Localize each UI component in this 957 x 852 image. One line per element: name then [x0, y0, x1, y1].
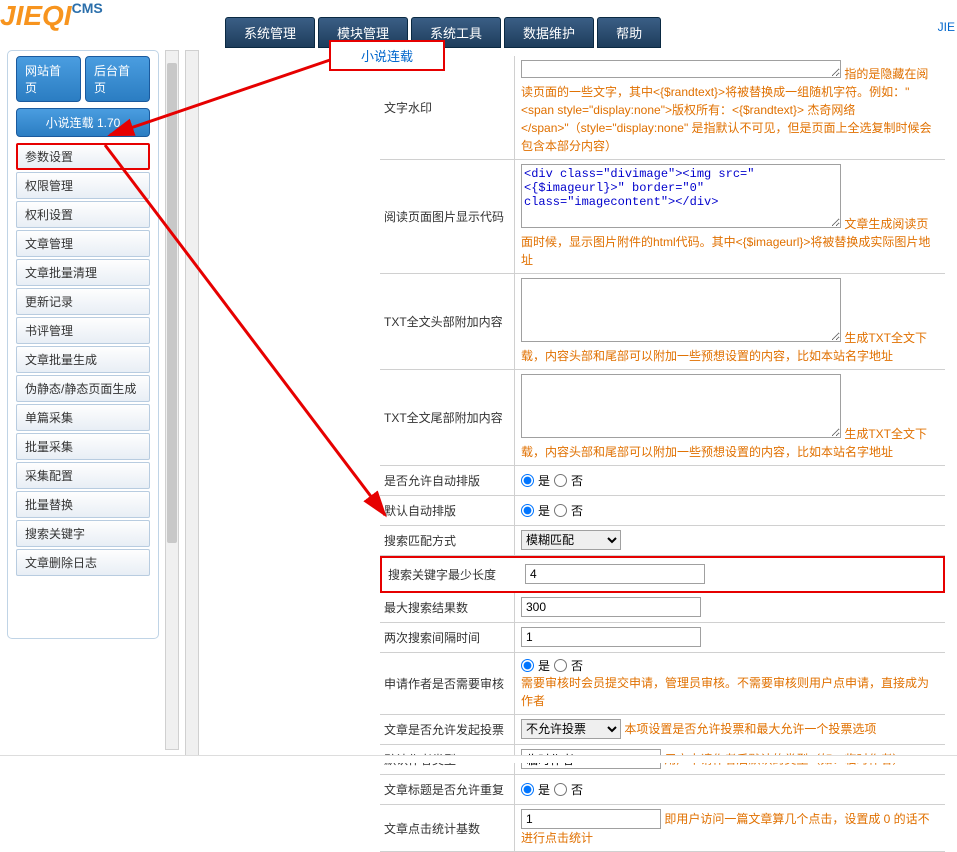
select-article-vote[interactable]: 不允许投票: [521, 719, 621, 739]
radio-autolayout-yes[interactable]: [521, 474, 534, 487]
btn-admin-home[interactable]: 后台首页: [85, 56, 150, 102]
bottom-bar: [0, 755, 957, 763]
textarea-watermark[interactable]: [521, 60, 841, 78]
menu-param-settings[interactable]: 参数设置: [16, 143, 150, 170]
label-read-img-code: 阅读页面图片显示代码: [380, 160, 515, 273]
label-click-base: 文章点击统计基数: [380, 805, 515, 851]
help-author-review: 需要审核时会员提交申请，管理员审核。不需要审核则用户点申请，直接成为作者: [521, 676, 929, 708]
textarea-txt-head[interactable]: [521, 278, 841, 342]
radio-defaultauto-yes[interactable]: [521, 504, 534, 517]
menu-article-delete-log[interactable]: 文章删除日志: [16, 549, 150, 576]
help-watermark: 指的是隐藏在阅读页面的一些文字，其中<{$randtext}>将被替换成一组随机…: [521, 67, 932, 153]
form-content: 文字水印 指的是隐藏在阅读页面的一些文字，其中<{$randtext}>将被替换…: [380, 56, 945, 852]
menu-batch-replace[interactable]: 批量替换: [16, 491, 150, 518]
scroll-thumb[interactable]: [167, 63, 177, 543]
label-search-mode: 搜索匹配方式: [380, 526, 515, 555]
menu-article-batch-gen[interactable]: 文章批量生成: [16, 346, 150, 373]
label-search-interval: 两次搜索间隔时间: [380, 623, 515, 652]
radio-autolayout-no[interactable]: [554, 474, 567, 487]
input-min-keyword[interactable]: [525, 564, 705, 584]
label-txt-head: TXT全文头部附加内容: [380, 274, 515, 369]
textarea-read-img-code[interactable]: <div class="divimage"><img src="<{$image…: [521, 164, 841, 228]
label-min-keyword: 搜索关键字最少长度: [384, 560, 519, 589]
left-panel: 网站首页 后台首页 小说连载 1.70 参数设置 权限管理 权利设置 文章管理 …: [7, 50, 159, 639]
label-default-auto-layout: 默认自动排版: [380, 496, 515, 525]
menu-rights-settings[interactable]: 权利设置: [16, 201, 150, 228]
label-text-watermark: 文字水印: [380, 56, 515, 159]
input-max-results[interactable]: [521, 597, 701, 617]
menu-single-collect[interactable]: 单篇采集: [16, 404, 150, 431]
scrollbar-left[interactable]: [165, 50, 179, 750]
radio-titlerepeat-no[interactable]: [554, 783, 567, 796]
logo: JIEQICMS: [0, 0, 103, 32]
menu-permission-manage[interactable]: 权限管理: [16, 172, 150, 199]
menu-article-batch-clean[interactable]: 文章批量清理: [16, 259, 150, 286]
menu-collect-config[interactable]: 采集配置: [16, 462, 150, 489]
menu-batch-collect[interactable]: 批量采集: [16, 433, 150, 460]
radio-authorreview-no[interactable]: [554, 659, 567, 672]
nav-system-manage[interactable]: 系统管理: [225, 17, 315, 48]
help-article-vote: 本项设置是否允许投票和最大允许一个投票选项: [624, 722, 876, 736]
input-search-interval[interactable]: [521, 627, 701, 647]
label-author-review: 申请作者是否需要审核: [380, 653, 515, 714]
nav-help[interactable]: 帮助: [597, 17, 661, 48]
btn-novel-version[interactable]: 小说连载 1.70: [16, 108, 150, 137]
textarea-txt-tail[interactable]: [521, 374, 841, 438]
menu-review-manage[interactable]: 书评管理: [16, 317, 150, 344]
menu-static-gen[interactable]: 伪静态/静态页面生成: [16, 375, 150, 402]
menu-article-manage[interactable]: 文章管理: [16, 230, 150, 257]
select-search-mode[interactable]: 模糊匹配: [521, 530, 621, 550]
btn-site-home[interactable]: 网站首页: [16, 56, 81, 102]
label-auto-layout: 是否允许自动排版: [380, 466, 515, 495]
label-article-vote: 文章是否允许发起投票: [380, 715, 515, 744]
label-txt-tail: TXT全文尾部附加内容: [380, 370, 515, 465]
top-right-text: JIE: [938, 20, 955, 34]
radio-authorreview-yes[interactable]: [521, 659, 534, 672]
radio-defaultauto-no[interactable]: [554, 504, 567, 517]
menu-search-keyword[interactable]: 搜索关键字: [16, 520, 150, 547]
label-title-repeat: 文章标题是否允许重复: [380, 775, 515, 804]
scrollbar-mid[interactable]: [185, 50, 199, 760]
input-click-base[interactable]: [521, 809, 661, 829]
menu-update-log[interactable]: 更新记录: [16, 288, 150, 315]
label-max-results: 最大搜索结果数: [380, 593, 515, 622]
nav-data-maintain[interactable]: 数据维护: [504, 17, 594, 48]
radio-titlerepeat-yes[interactable]: [521, 783, 534, 796]
